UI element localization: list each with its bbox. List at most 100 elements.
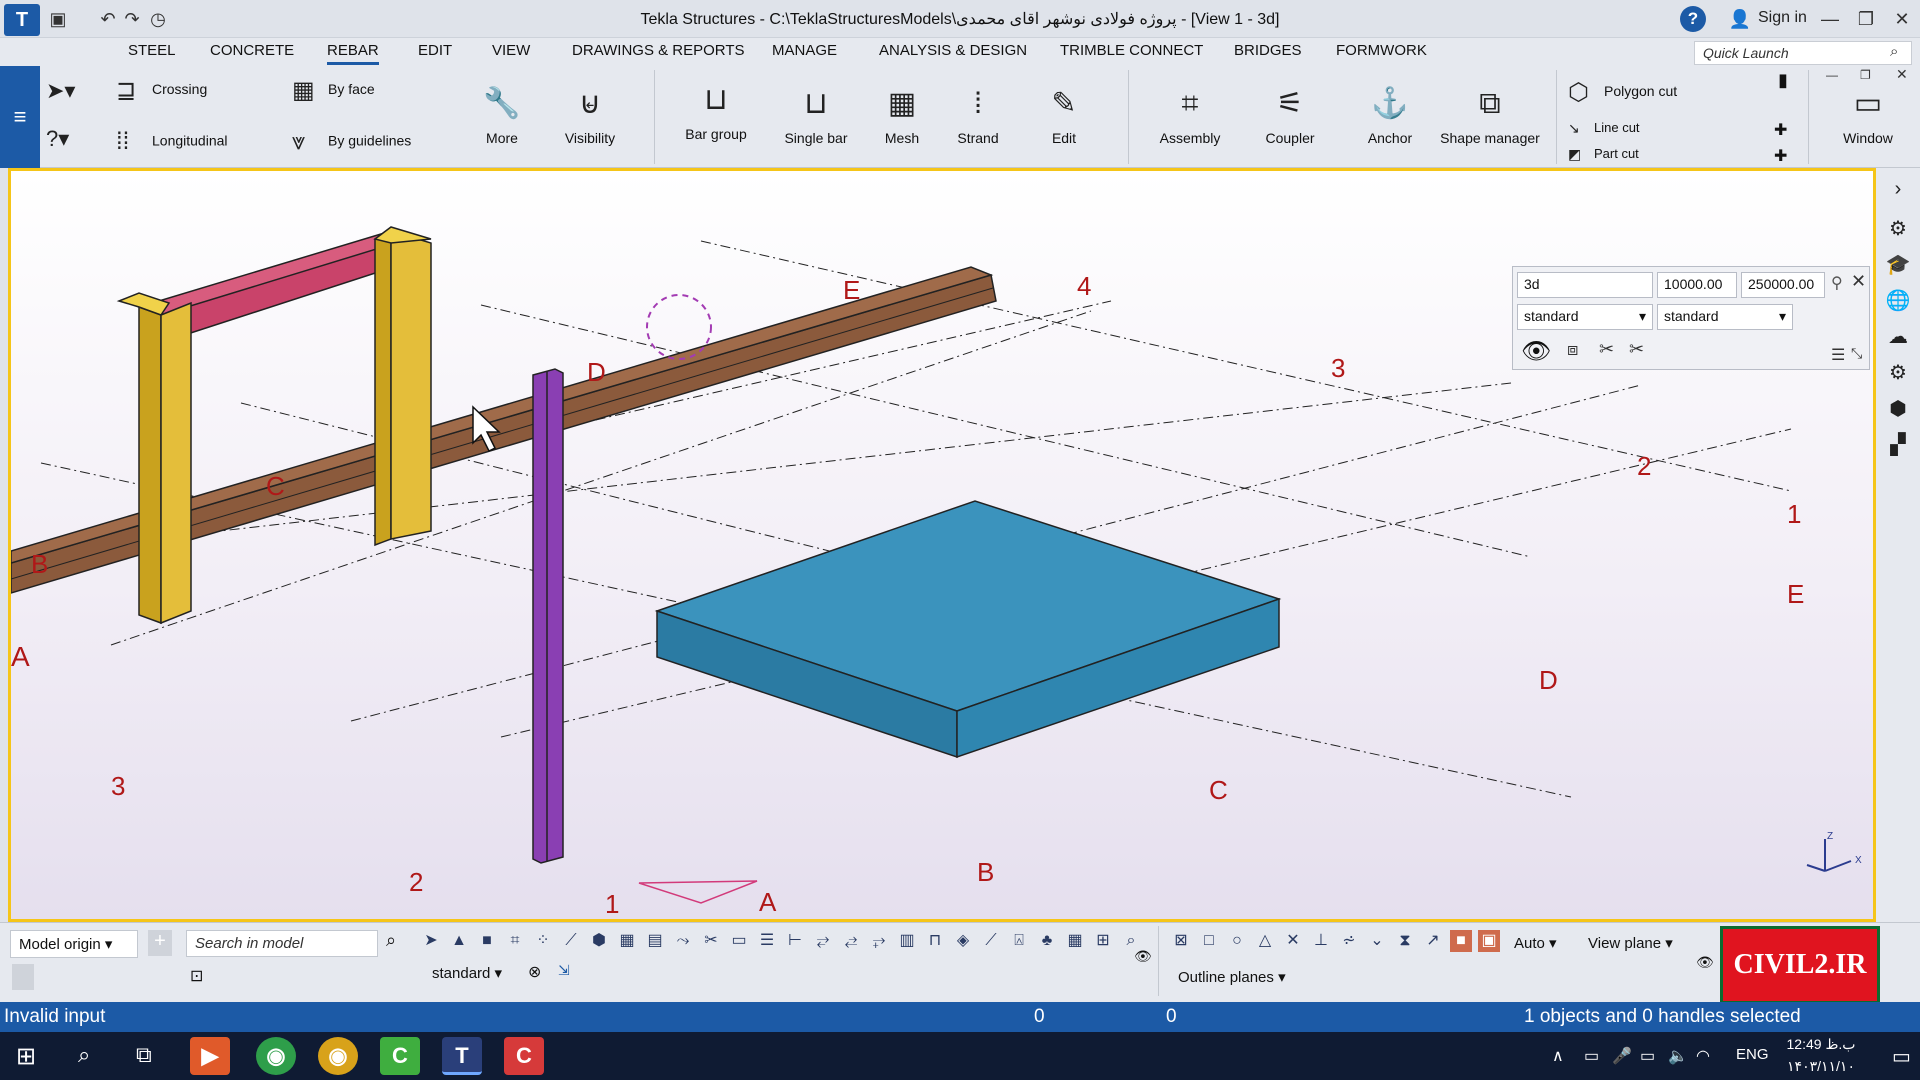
fitting-icon[interactable]: ▮ (1778, 70, 1788, 91)
tekla-taskbar-icon[interactable]: T (442, 1037, 482, 1075)
menu-rebar[interactable]: REBAR (327, 42, 379, 65)
camtasia-red-icon[interactable]: C (504, 1037, 544, 1075)
visibility-eye-icon[interactable]: 👁 (1134, 948, 1152, 965)
select-objects-icon[interactable]: ♣ (1036, 930, 1058, 952)
snap-query-icon[interactable]: ?▾ (46, 126, 69, 152)
pin-icon[interactable]: ⚲ (1831, 273, 1843, 293)
menu-manage[interactable]: MANAGE (772, 42, 837, 59)
language-indicator[interactable]: ENG (1736, 1046, 1769, 1063)
camtasia-green-icon[interactable]: C (380, 1037, 420, 1075)
snap-geometry-icon[interactable]: □ (1198, 930, 1220, 952)
search-icon[interactable]: ⌕ (386, 930, 396, 951)
snap-midpoint-icon[interactable]: △ (1254, 930, 1276, 952)
task-view-icon[interactable]: ⧉ (136, 1042, 152, 1068)
menu-trimble-connect[interactable]: TRIMBLE CONNECT (1060, 42, 1203, 59)
select-switch-icon[interactable]: ⇲ (558, 962, 570, 979)
select-tool-icon[interactable]: ➤ (420, 930, 442, 952)
select-pour-icon[interactable]: ▥ (896, 930, 918, 952)
save-icon[interactable]: ▣ (46, 8, 70, 30)
cloud-icon[interactable]: ☁ (1882, 324, 1914, 354)
snap-nearest-icon[interactable]: ⧗ (1394, 930, 1416, 952)
media-player-icon[interactable]: ▶ (190, 1037, 230, 1075)
minimize-button[interactable]: — (1814, 6, 1846, 32)
restore-button[interactable]: ❐ (1850, 6, 1882, 32)
search-model-input[interactable]: Search in model (186, 930, 378, 957)
wifi-icon[interactable]: ◠ (1696, 1046, 1710, 1066)
by-face-button[interactable]: ▦ By face (292, 76, 375, 105)
zoom-select-icon[interactable]: ⊡ (190, 966, 203, 986)
snap-perpendicular-icon[interactable]: ⊥ (1310, 930, 1332, 952)
origin-toggle-button[interactable] (12, 964, 34, 990)
clock-date[interactable]: ۱۴۰۳/۱۱/۱۰ (1776, 1058, 1866, 1075)
window-button[interactable]: ▭ Window (1830, 84, 1906, 146)
menu-steel[interactable]: STEEL (128, 42, 176, 59)
notification-icon[interactable]: ▭ (1892, 1044, 1911, 1069)
menu-drawings-reports[interactable]: DRAWINGS & REPORTS (572, 42, 745, 59)
select-points-icon[interactable]: ⁘ (532, 930, 554, 952)
ribbon-minimize-icon[interactable]: — (1826, 68, 1838, 82)
snap-plane-icon[interactable]: ▣ (1478, 930, 1500, 952)
close-button[interactable]: ✕ (1886, 6, 1918, 32)
strand-button[interactable]: ⁞ Strand (948, 84, 1008, 146)
help-icon[interactable]: ? (1680, 6, 1706, 32)
catalog-cube-icon[interactable]: ⬢ (1882, 396, 1914, 426)
menu-edit[interactable]: EDIT (418, 42, 452, 59)
collapse-icon[interactable]: ⤡ (1851, 345, 1862, 362)
select-grid-icon[interactable]: ⌗ (504, 930, 526, 952)
select-layers-icon[interactable]: ◈ (952, 930, 974, 952)
select-strands-icon[interactable]: ⥄ (840, 930, 862, 952)
chrome-profile-icon[interactable]: ◉ (318, 1037, 358, 1075)
scissors-icon[interactable]: ✂ (1599, 339, 1614, 360)
depth-up-field[interactable]: 250000.00 (1741, 272, 1825, 298)
select-assembly-icon[interactable]: ⬢ (588, 930, 610, 952)
select-analysis-icon[interactable]: ⍓ (1008, 930, 1030, 952)
line-cut-button[interactable]: ↘ Line cut (1568, 120, 1640, 137)
part-cut-button[interactable]: ◩ Part cut (1568, 146, 1639, 163)
by-guidelines-button[interactable]: ⩔ By guidelines (292, 128, 411, 156)
outline-planes-select[interactable]: Outline planes ▾ (1170, 964, 1296, 990)
expand-panel-icon[interactable]: › (1882, 178, 1914, 208)
view-plane-select[interactable]: View plane ▾ (1580, 930, 1684, 956)
menu-concrete[interactable]: CONCRETE (210, 42, 294, 59)
applications-icon[interactable]: ▞ (1882, 432, 1914, 462)
microphone-icon[interactable]: 🎤 (1612, 1046, 1632, 1066)
redo-icon[interactable]: ↷ (120, 8, 144, 30)
globe-icon[interactable]: 🌐 (1882, 288, 1914, 318)
list-icon[interactable]: ☰ (1831, 345, 1845, 365)
ribbon-close-icon[interactable]: ✕ (1896, 66, 1908, 83)
undo-icon[interactable]: ↶ (96, 8, 120, 30)
history-icon[interactable]: ◷ (146, 8, 170, 30)
remove-clip-icon[interactable]: ✂ (1629, 339, 1644, 360)
snap-center-icon[interactable]: ○ (1226, 930, 1248, 952)
more-button[interactable]: 🔧 More (470, 84, 534, 146)
panel-close-icon[interactable]: ✕ (1851, 271, 1866, 292)
quick-launch-input[interactable]: Quick Launch (1694, 41, 1912, 65)
snap-free-icon[interactable]: ↗ (1422, 930, 1444, 952)
visibility-button[interactable]: ⊌ Visibility (554, 84, 626, 146)
chrome-icon[interactable]: ◉ (256, 1037, 296, 1075)
select-all-icon[interactable]: ⊞ (1092, 930, 1114, 952)
snap-reference-icon[interactable]: ⊠ (1170, 930, 1192, 952)
select-rebar-icon[interactable]: ⥂ (812, 930, 834, 952)
sign-in-link[interactable]: Sign in (1758, 9, 1807, 27)
snap-visibility-eye-icon[interactable]: 👁 (1696, 954, 1714, 971)
snap-line-extension-icon[interactable]: ⩫ (1338, 930, 1360, 952)
tekla-logo-icon[interactable]: T (4, 4, 40, 36)
ribbon-restore-icon[interactable]: ❐ (1860, 68, 1871, 82)
select-groups-icon[interactable]: ▦ (1064, 930, 1086, 952)
select-edges-icon[interactable]: ⟋ (980, 930, 1002, 952)
selection-filter-select[interactable]: standard ▾ (424, 960, 514, 986)
menu-view[interactable]: VIEW (492, 42, 530, 59)
eye-icon[interactable]: 👁 (1521, 337, 1551, 366)
volume-icon[interactable]: 🔈 (1668, 1046, 1688, 1066)
filter-icon[interactable]: ⊗ (528, 962, 541, 982)
coupler-button[interactable]: ⚟ Coupler (1250, 84, 1330, 146)
select-mesh-icon[interactable]: ▦ (616, 930, 638, 952)
search-icon[interactable]: ⌕ (78, 1042, 90, 1068)
select-views-icon[interactable]: ▭ (728, 930, 750, 952)
select-welds-icon[interactable]: ⤳ (672, 930, 694, 952)
select-frames-icon[interactable]: ⊓ (924, 930, 946, 952)
model-origin-select[interactable]: Model origin ▾ (10, 930, 138, 958)
windows-start-icon[interactable]: ⊞ (16, 1042, 36, 1071)
polygon-cut-button[interactable]: ⬡ Polygon cut (1568, 78, 1677, 107)
